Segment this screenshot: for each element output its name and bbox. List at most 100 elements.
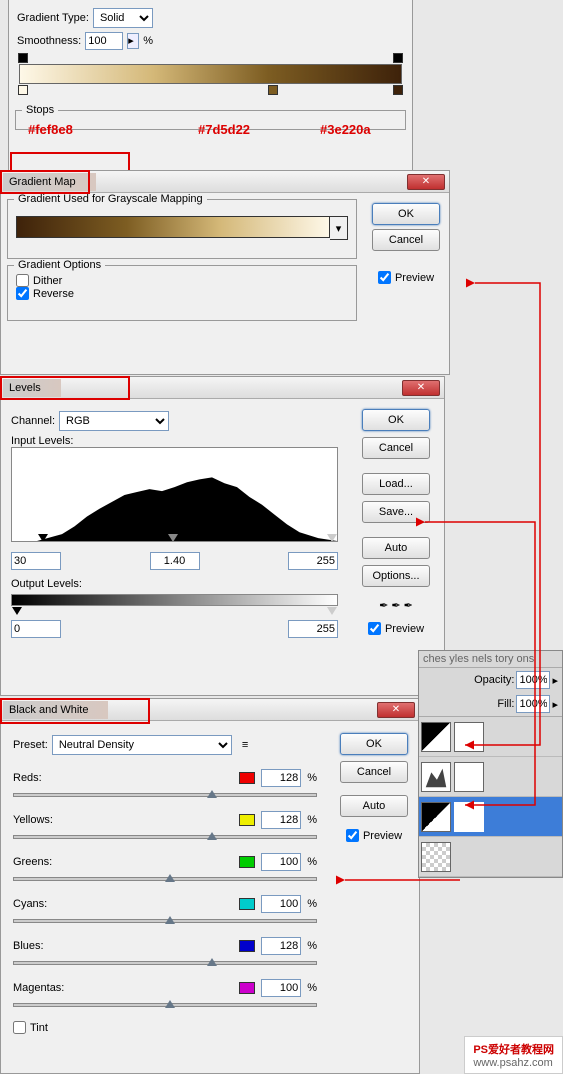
gradient-bar[interactable] <box>19 64 402 84</box>
channel-label: Channel: <box>11 415 55 427</box>
channel-select[interactable]: RGB <box>59 411 169 431</box>
color-stop-3[interactable] <box>393 85 403 95</box>
layer-gradmap[interactable] <box>419 717 562 757</box>
ok-button[interactable]: OK <box>372 203 440 225</box>
mask-thumb <box>454 722 484 752</box>
bw-swatch <box>239 772 255 784</box>
fill-input[interactable] <box>516 695 550 713</box>
close-icon[interactable]: ✕ <box>407 174 445 190</box>
bw-value-input[interactable] <box>261 937 301 955</box>
fill-flyout[interactable]: ▸ <box>552 698 558 711</box>
panel-tabs[interactable]: ches yles nels tory ons <box>419 651 562 668</box>
bw-value-input[interactable] <box>261 853 301 871</box>
pct: % <box>307 940 317 952</box>
preview-label: Preview <box>363 830 402 842</box>
bw-value-input[interactable] <box>261 895 301 913</box>
reverse-checkbox[interactable] <box>16 287 29 300</box>
preview-checkbox[interactable] <box>368 622 381 635</box>
smoothness-input[interactable] <box>85 32 123 50</box>
bw-slider[interactable] <box>13 877 317 881</box>
load-button[interactable]: Load... <box>362 473 430 495</box>
watermark: PS爱好者教程网 www.psahz.com <box>464 1036 563 1074</box>
preview-checkbox[interactable] <box>346 829 359 842</box>
opacity-stop-right[interactable] <box>393 53 403 63</box>
ok-button[interactable]: OK <box>362 409 430 431</box>
cancel-button[interactable]: Cancel <box>362 437 430 459</box>
bw-value-input[interactable] <box>261 979 301 997</box>
stops-legend: Stops <box>22 104 58 116</box>
preset-label: Preset: <box>13 739 48 751</box>
cancel-button[interactable]: Cancel <box>340 761 408 783</box>
input-gamma[interactable] <box>150 552 200 570</box>
auto-button[interactable]: Auto <box>362 537 430 559</box>
bw-ch-label: Blues: <box>13 940 44 952</box>
grad-type-select[interactable]: Solid <box>93 8 153 28</box>
options-button[interactable]: Options... <box>362 565 430 587</box>
smoothness-flyout[interactable]: ▸ <box>127 33 139 49</box>
output-gradient[interactable] <box>11 594 338 606</box>
input-white[interactable] <box>288 552 338 570</box>
close-icon[interactable]: ✕ <box>402 380 440 396</box>
mask-thumb <box>454 762 484 792</box>
adj-icon-gradmap <box>421 722 451 752</box>
black-point-slider[interactable] <box>38 534 48 542</box>
layer-bw[interactable] <box>419 797 562 837</box>
out-white-slider[interactable] <box>327 607 337 615</box>
bw-slider[interactable] <box>13 919 317 923</box>
adj-icon-levels <box>421 762 451 792</box>
grad-type-label: Gradient Type: <box>17 12 89 24</box>
bw-value-input[interactable] <box>261 769 301 787</box>
cancel-button[interactable]: Cancel <box>372 229 440 251</box>
pct: % <box>307 898 317 910</box>
color-stop-2[interactable] <box>268 85 278 95</box>
output-white[interactable] <box>288 620 338 638</box>
layers-panel: ches yles nels tory ons Opacity: ▸ Fill:… <box>418 650 563 878</box>
opacity-input[interactable] <box>516 671 550 689</box>
bw-swatch <box>239 982 255 994</box>
bw-swatch <box>239 814 255 826</box>
pct: % <box>307 814 317 826</box>
bw-ch-label: Yellows: <box>13 814 53 826</box>
preset-menu-icon[interactable]: ≡ <box>242 739 248 751</box>
close-icon[interactable]: ✕ <box>377 702 415 718</box>
pct: % <box>307 772 317 784</box>
opacity-flyout[interactable]: ▸ <box>552 674 558 687</box>
gradmap-preview[interactable] <box>16 216 330 238</box>
tint-checkbox[interactable] <box>13 1021 26 1034</box>
bw-slider[interactable] <box>13 1003 317 1007</box>
input-levels-label: Input Levels: <box>11 435 338 447</box>
grad-used-legend: Gradient Used for Grayscale Mapping <box>14 193 207 205</box>
opacity-label: Opacity: <box>474 674 514 686</box>
layer-levels[interactable] <box>419 757 562 797</box>
ok-button[interactable]: OK <box>340 733 408 755</box>
dither-label: Dither <box>33 275 62 287</box>
fill-label: Fill: <box>497 698 514 710</box>
out-black-slider[interactable] <box>12 607 22 615</box>
output-black[interactable] <box>11 620 61 638</box>
gradmap-dropdown[interactable]: ▾ <box>330 216 348 240</box>
dither-checkbox[interactable] <box>16 274 29 287</box>
bw-slider[interactable] <box>13 793 317 797</box>
auto-button[interactable]: Auto <box>340 795 408 817</box>
color-annot-2: #7d5d22 <box>198 122 250 137</box>
preview-checkbox[interactable] <box>378 271 391 284</box>
bw-slider[interactable] <box>13 961 317 965</box>
output-levels-label: Output Levels: <box>11 578 338 590</box>
levels-title-highlight <box>0 376 130 400</box>
input-black[interactable] <box>11 552 61 570</box>
color-stop-1[interactable] <box>18 85 28 95</box>
bw-ch-label: Reds: <box>13 772 42 784</box>
bw-title-highlight <box>0 698 150 724</box>
save-button[interactable]: Save... <box>362 501 430 523</box>
gray-point-slider[interactable] <box>168 534 178 542</box>
histogram <box>11 447 338 542</box>
preview-label: Preview <box>385 623 424 635</box>
layer-image[interactable] <box>419 837 562 877</box>
eyedroppers[interactable]: ✒ ✒ ✒ <box>379 599 413 612</box>
bw-slider[interactable] <box>13 835 317 839</box>
opacity-stop-left[interactable] <box>18 53 28 63</box>
preset-select[interactable]: Neutral Density <box>52 735 232 755</box>
color-annot-3: #3e220a <box>320 122 371 137</box>
white-point-slider[interactable] <box>327 534 337 542</box>
bw-value-input[interactable] <box>261 811 301 829</box>
